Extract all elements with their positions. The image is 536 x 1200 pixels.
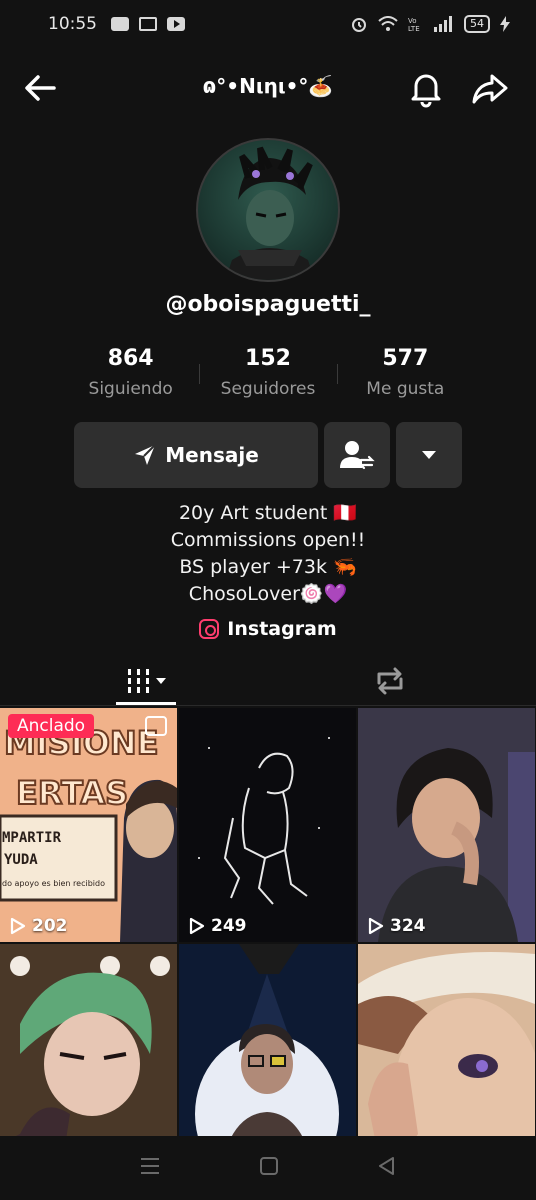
- stat-followers[interactable]: 152 Seguidores: [199, 344, 336, 410]
- status-bar: 10:55 Vo LTE 54: [0, 0, 536, 48]
- thumbnail-artwork: [358, 708, 535, 942]
- thumbnail-text: do apoyo es bien recibido: [2, 879, 105, 888]
- photo-mode-icon: [145, 716, 167, 736]
- view-count-value: 249: [211, 916, 247, 936]
- bio-line: ChosoLover🍥💜: [188, 583, 348, 605]
- svg-text:LTE: LTE: [408, 25, 420, 32]
- view-count-value: 202: [32, 916, 68, 936]
- gmail-icon: [139, 17, 157, 31]
- profile-actions: Mensaje: [74, 422, 462, 488]
- stat-value: 577: [382, 346, 429, 371]
- instagram-icon: [199, 619, 220, 639]
- youtube-icon: [167, 17, 185, 31]
- home-icon[interactable]: [259, 1156, 279, 1180]
- share-icon[interactable]: [468, 66, 512, 110]
- chevron-down-icon: [422, 451, 436, 459]
- page-title: ɷ°•Νιηι•°🍝: [202, 74, 334, 98]
- send-icon: [135, 444, 156, 465]
- active-tab-indicator: [116, 702, 176, 705]
- thumbnail-artwork: [179, 708, 356, 942]
- svg-text:Vo: Vo: [408, 17, 417, 25]
- avatar[interactable]: [196, 138, 340, 282]
- repost-icon: [377, 667, 403, 695]
- grid-icon: [124, 669, 166, 693]
- thumbnail-text: YUDA: [4, 852, 38, 868]
- recents-icon[interactable]: [139, 1156, 161, 1180]
- profile-bio: 20y Art student 🇵🇪 Commissions open!! BS…: [0, 500, 536, 608]
- follow-button[interactable]: [324, 422, 390, 488]
- content-tabs: [0, 656, 536, 706]
- user-swap-icon: [340, 441, 375, 470]
- battery-indicator: 54: [464, 15, 490, 33]
- stat-value: 864: [107, 346, 154, 371]
- view-count: 249: [189, 916, 247, 936]
- thumbnail-text: ERTAS: [16, 774, 128, 812]
- discord-icon: [111, 17, 129, 31]
- video-tile[interactable]: MISIONE ERTAS MPARTIR YUDA do apoyo es b…: [0, 708, 177, 942]
- profile-header: ɷ°•Νιηι•°🍝: [0, 60, 536, 116]
- status-time: 10:55: [48, 14, 97, 34]
- bell-icon[interactable]: [404, 66, 448, 110]
- instagram-link[interactable]: Instagram: [0, 618, 536, 640]
- more-button[interactable]: [396, 422, 462, 488]
- view-count-value: 324: [390, 916, 426, 936]
- play-icon: [368, 917, 384, 935]
- system-nav-bar: [0, 1136, 536, 1200]
- wifi-icon: [378, 16, 398, 31]
- stat-label: Me gusta: [366, 379, 445, 399]
- bio-line: Commissions open!!: [170, 529, 366, 551]
- alarm-icon: [352, 18, 366, 32]
- status-left: 10:55: [48, 14, 185, 34]
- volte-icon: VoLTE: [408, 17, 420, 32]
- charging-icon: [500, 16, 510, 32]
- back-nav-icon[interactable]: [377, 1156, 397, 1180]
- username: @oboispaguetti_: [165, 292, 371, 317]
- tab-reposts[interactable]: [362, 656, 418, 706]
- view-count: 324: [368, 916, 426, 936]
- stat-following[interactable]: 864 Siguiendo: [62, 344, 199, 410]
- instagram-link-label: Instagram: [227, 618, 337, 640]
- video-tile[interactable]: 324: [358, 708, 535, 942]
- view-count: 202: [10, 916, 68, 936]
- pinned-badge: Anclado: [8, 714, 95, 738]
- bio-line: 20y Art student 🇵🇪: [178, 502, 358, 524]
- message-button-label: Mensaje: [165, 443, 259, 467]
- video-tile[interactable]: 249: [179, 708, 356, 942]
- status-right: Vo LTE 54: [350, 15, 510, 33]
- signal-icon: [434, 16, 452, 32]
- play-icon: [189, 917, 205, 935]
- bio-line: BS player +73k 🦐: [179, 556, 357, 578]
- tab-videos[interactable]: [116, 656, 176, 706]
- avatar-artwork: [225, 146, 315, 280]
- stat-label: Siguiendo: [88, 379, 173, 399]
- stat-label: Seguidores: [220, 379, 316, 399]
- stat-likes[interactable]: 577 Me gusta: [336, 344, 474, 410]
- notification-icons: [111, 17, 185, 31]
- thumbnail-text: MPARTIR: [2, 830, 62, 846]
- profile-stats: 864 Siguiendo 152 Seguidores 577 Me gust…: [62, 344, 474, 410]
- stat-value: 152: [245, 346, 291, 371]
- play-icon: [10, 917, 26, 935]
- message-button[interactable]: Mensaje: [74, 422, 318, 488]
- thumbnail-artwork: MISIONE ERTAS MPARTIR YUDA do apoyo es b…: [0, 708, 177, 942]
